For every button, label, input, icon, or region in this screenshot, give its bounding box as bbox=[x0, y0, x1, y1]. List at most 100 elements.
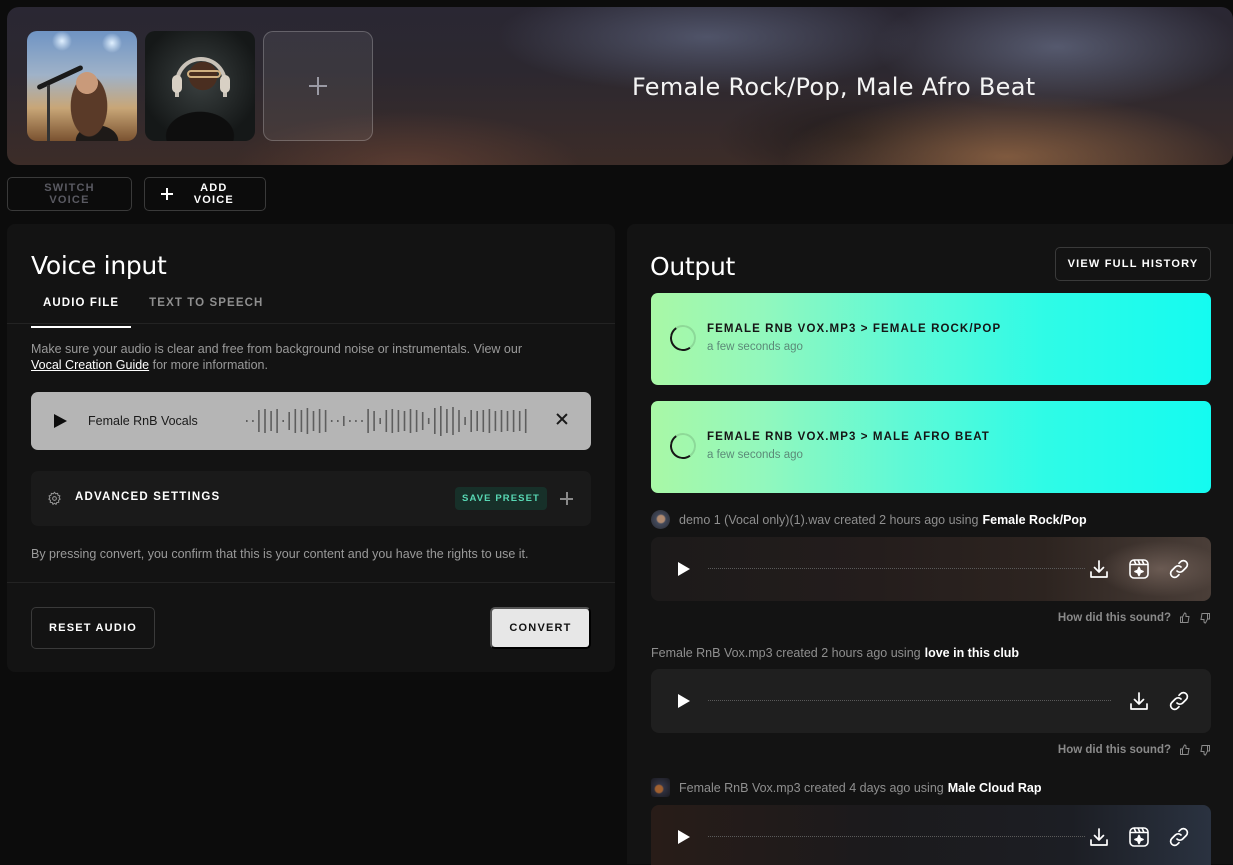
waveform-bar bbox=[488, 409, 491, 433]
waveform-bar bbox=[482, 410, 485, 432]
advanced-settings-row[interactable]: ADVANCED SETTINGS SAVE PRESET bbox=[31, 471, 591, 526]
waveform-bar bbox=[264, 409, 266, 433]
history-voice-name: love in this club bbox=[924, 646, 1020, 660]
glasses-graphic bbox=[187, 70, 221, 78]
add-voice-button[interactable]: ADD VOICE bbox=[144, 177, 266, 211]
pending-conversion: FEMALE RNB VOX.MP3 > MALE AFRO BEAT a fe… bbox=[651, 401, 1211, 493]
waveform-bar bbox=[330, 420, 333, 422]
save-preset-button[interactable]: SAVE PRESET bbox=[455, 487, 547, 510]
pending-title: FEMALE RNB VOX.MP3 > FEMALE ROCK/POP bbox=[707, 323, 1002, 335]
vocal-creation-guide-link[interactable]: Vocal Creation Guide bbox=[31, 358, 149, 372]
remove-audio-icon[interactable] bbox=[555, 412, 569, 426]
waveform-bar bbox=[427, 418, 430, 424]
add-voice-slot[interactable] bbox=[263, 31, 373, 141]
waveform-bar bbox=[312, 411, 315, 431]
waveform-bar bbox=[434, 408, 436, 434]
voice-input-title: Voice input bbox=[31, 251, 167, 280]
waveform-bar bbox=[361, 420, 363, 422]
waveform-bar bbox=[421, 412, 424, 430]
voice-thumb-male-afro-beat[interactable] bbox=[145, 31, 255, 141]
loading-spinner-icon bbox=[667, 322, 699, 354]
waveform-bar bbox=[373, 411, 375, 431]
audio-player bbox=[651, 537, 1211, 601]
view-full-history-button[interactable]: VIEW FULL HISTORY bbox=[1055, 247, 1211, 281]
gear-icon bbox=[48, 491, 61, 506]
audio-waveform[interactable] bbox=[246, 404, 531, 438]
play-icon[interactable] bbox=[678, 562, 690, 576]
thumbs-up-icon[interactable] bbox=[1179, 744, 1191, 756]
consent-text: By pressing convert, you confirm that th… bbox=[31, 547, 529, 561]
waveform-bar bbox=[446, 409, 448, 433]
play-icon[interactable] bbox=[54, 414, 67, 428]
waveform-bar bbox=[476, 411, 478, 431]
thumbs-down-icon[interactable] bbox=[1199, 744, 1211, 756]
waveform-bar bbox=[385, 410, 388, 432]
link-icon[interactable] bbox=[1167, 557, 1191, 581]
history-voice-name: Female Rock/Pop bbox=[982, 512, 1087, 527]
waveform-bar bbox=[452, 407, 454, 435]
download-icon[interactable] bbox=[1087, 825, 1111, 849]
download-icon[interactable] bbox=[1127, 689, 1151, 713]
audio-player bbox=[651, 805, 1211, 865]
audio-player bbox=[651, 669, 1211, 733]
output-panel: Output VIEW FULL HISTORY FEMALE RNB VOX.… bbox=[627, 224, 1233, 865]
waveform-bar bbox=[512, 410, 515, 432]
waveform-bar bbox=[246, 420, 248, 422]
mic-stand-graphic bbox=[47, 85, 50, 141]
waveform-bar bbox=[367, 409, 369, 433]
waveform-bar bbox=[506, 411, 509, 431]
waveform-bar bbox=[524, 409, 527, 433]
thumbs-up-icon[interactable] bbox=[1179, 612, 1191, 624]
link-icon[interactable] bbox=[1167, 689, 1191, 713]
waveform-bar bbox=[337, 420, 339, 422]
pending-time: a few seconds ago bbox=[707, 341, 803, 353]
voice-avatar bbox=[651, 778, 670, 797]
waveform-bar bbox=[349, 420, 351, 422]
waveform-bar bbox=[379, 418, 381, 424]
output-title: Output bbox=[650, 252, 736, 281]
waveform-bar bbox=[409, 409, 412, 433]
switch-voice-button[interactable]: SWITCH VOICE bbox=[7, 177, 132, 211]
history-meta-text: Female RnB Vox.mp3 created 4 days ago us… bbox=[679, 780, 944, 795]
voice-thumb-female-rock-pop[interactable] bbox=[27, 31, 137, 141]
waveform-bar bbox=[440, 406, 442, 436]
plus-icon bbox=[161, 188, 173, 200]
waveform-bar bbox=[500, 410, 503, 432]
play-icon[interactable] bbox=[678, 830, 690, 844]
expand-plus-icon[interactable] bbox=[560, 492, 573, 505]
video-sparkle-icon[interactable] bbox=[1127, 825, 1151, 849]
audio-file-name: Female RnB Vocals bbox=[88, 414, 198, 428]
waveform-bar bbox=[415, 410, 418, 432]
waveform-bar bbox=[288, 412, 290, 430]
voice-avatar bbox=[651, 510, 670, 529]
playback-track[interactable] bbox=[708, 700, 1111, 701]
waveform-bar bbox=[464, 417, 466, 425]
waveform-bar bbox=[403, 411, 406, 431]
info-text-body: Make sure your audio is clear and free f… bbox=[31, 342, 522, 356]
playback-track[interactable] bbox=[708, 836, 1085, 837]
link-icon[interactable] bbox=[1167, 825, 1191, 849]
pending-conversion: FEMALE RNB VOX.MP3 > FEMALE ROCK/POP a f… bbox=[651, 293, 1211, 385]
waveform-bar bbox=[294, 409, 297, 433]
waveform-bar bbox=[397, 410, 400, 432]
history-meta: Female RnB Vox.mp3 created 2 hours ago u… bbox=[651, 646, 1019, 660]
info-text-suffix: for more information. bbox=[152, 358, 268, 372]
waveform-bar bbox=[300, 410, 303, 432]
voice-actions: SWITCH VOICE ADD VOICE bbox=[7, 177, 266, 211]
waveform-bar bbox=[252, 420, 254, 422]
selected-voices-title: Female Rock/Pop, Male Afro Beat bbox=[632, 73, 1036, 101]
reset-audio-button[interactable]: RESET AUDIO bbox=[31, 607, 155, 649]
info-text: Make sure your audio is clear and free f… bbox=[31, 341, 591, 373]
thumbs-down-icon[interactable] bbox=[1199, 612, 1211, 624]
download-icon[interactable] bbox=[1087, 557, 1111, 581]
waveform-bar bbox=[343, 416, 345, 426]
footer-divider bbox=[7, 582, 615, 583]
playback-track[interactable] bbox=[708, 568, 1085, 569]
feedback-prompt: How did this sound? bbox=[1057, 612, 1171, 624]
convert-button[interactable]: CONVERT bbox=[490, 607, 591, 649]
voice-input-panel: Voice input AUDIO FILE TEXT TO SPEECH Ma… bbox=[7, 224, 615, 672]
video-sparkle-icon[interactable] bbox=[1127, 557, 1151, 581]
pending-time: a few seconds ago bbox=[707, 449, 803, 461]
play-icon[interactable] bbox=[678, 694, 690, 708]
waveform-bar bbox=[324, 410, 327, 432]
